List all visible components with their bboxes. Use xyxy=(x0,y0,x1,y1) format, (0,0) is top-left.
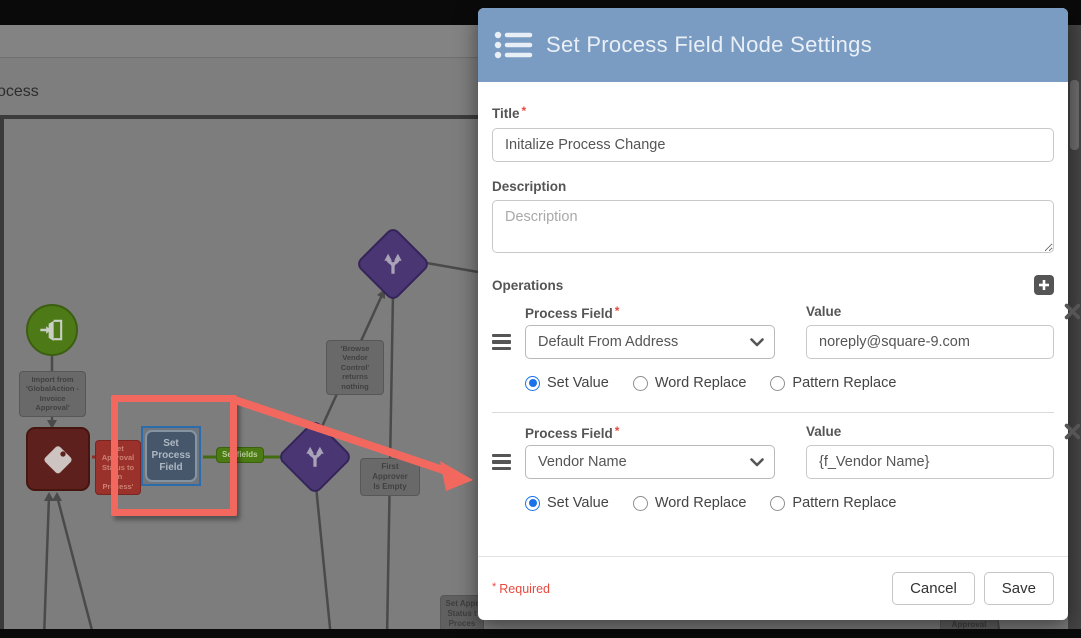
cancel-button[interactable]: Cancel xyxy=(892,572,975,605)
value-label: Value xyxy=(806,304,841,319)
dialog-header: Set Process Field Node Settings xyxy=(478,8,1068,82)
import-edge-label: Import from 'GlobalAction - Invoice Appr… xyxy=(19,371,86,417)
title-label: Title* xyxy=(492,104,1054,121)
required-note: *Required xyxy=(492,581,550,596)
set-process-field-settings-dialog: Set Process Field Node Settings Title* D… xyxy=(478,8,1068,620)
workflow-designer-page: ocess xyxy=(0,0,1081,638)
mode-pattern-replace[interactable]: Pattern Replace xyxy=(770,375,896,391)
dialog-title: Set Process Field Node Settings xyxy=(546,32,872,58)
bottom-black-bar xyxy=(0,629,1081,638)
page-title: ocess xyxy=(0,83,39,101)
process-field-label: Process Field* xyxy=(525,426,619,441)
branch-node-middle[interactable] xyxy=(288,430,342,484)
remove-operation-button[interactable] xyxy=(1064,423,1081,445)
branch-split-icon xyxy=(302,444,328,470)
required-asterisk: * xyxy=(615,304,620,318)
operation-divider xyxy=(492,412,1054,413)
dialog-footer: *Required Cancel Save xyxy=(478,556,1068,620)
mode-set-value[interactable]: Set Value xyxy=(525,495,609,511)
radio-icon[interactable] xyxy=(633,376,648,391)
close-icon xyxy=(1064,423,1081,440)
operation-row: Process Field* Value Vendor Name xyxy=(492,424,1054,511)
mode-word-replace[interactable]: Word Replace xyxy=(633,375,747,391)
value-input[interactable] xyxy=(806,325,1054,359)
description-textarea[interactable] xyxy=(492,200,1054,253)
operations-label: Operations xyxy=(492,278,563,293)
value-input[interactable] xyxy=(806,445,1054,479)
chevron-down-icon xyxy=(750,338,764,347)
chevron-down-icon xyxy=(750,458,764,467)
tag-icon xyxy=(38,439,78,479)
radio-icon[interactable] xyxy=(633,496,648,511)
description-label: Description xyxy=(492,179,1054,194)
set-approval-status-node[interactable] xyxy=(26,427,90,491)
radio-icon[interactable] xyxy=(770,376,785,391)
process-field-select[interactable]: Default From Address xyxy=(525,325,775,359)
save-button[interactable]: Save xyxy=(984,572,1054,605)
import-start-node[interactable] xyxy=(26,304,78,356)
browse-vendor-edge-label: 'Browse Vendor Control' returns nothing xyxy=(326,340,384,395)
scrollbar-track[interactable] xyxy=(1068,25,1081,629)
drag-handle-icon[interactable] xyxy=(492,454,525,471)
list-icon xyxy=(494,29,534,61)
mode-word-replace[interactable]: Word Replace xyxy=(633,495,747,511)
set-approval-edge-label: Set Approval Status to 'In Process' xyxy=(95,440,141,495)
title-input[interactable] xyxy=(492,128,1054,162)
value-label: Value xyxy=(806,424,841,439)
mode-set-value[interactable]: Set Value xyxy=(525,375,609,391)
required-asterisk: * xyxy=(522,104,527,118)
process-field-select[interactable]: Vendor Name xyxy=(525,445,775,479)
process-field-label: Process Field* xyxy=(525,306,619,321)
branch-split-icon xyxy=(380,251,406,277)
radio-icon[interactable] xyxy=(770,496,785,511)
drag-handle-icon[interactable] xyxy=(492,334,525,351)
set-fields-edge-label: Set fields xyxy=(216,447,264,463)
radio-selected-icon[interactable] xyxy=(525,496,540,511)
set-process-field-node-label: Set Process Field xyxy=(145,430,197,482)
radio-selected-icon[interactable] xyxy=(525,376,540,391)
add-operation-button[interactable] xyxy=(1034,275,1054,295)
operation-row: Process Field* Value Default From Addres… xyxy=(492,304,1054,391)
scrollbar-thumb[interactable] xyxy=(1070,80,1079,150)
mode-pattern-replace[interactable]: Pattern Replace xyxy=(770,495,896,511)
required-asterisk: * xyxy=(615,424,620,438)
canvas-left-border xyxy=(0,119,4,630)
first-approver-edge-label: First Approver Is Empty xyxy=(360,458,420,496)
import-door-icon xyxy=(37,315,67,345)
set-process-field-node-selected[interactable]: Set Process Field xyxy=(141,426,201,486)
close-icon xyxy=(1064,303,1081,320)
remove-operation-button[interactable] xyxy=(1064,303,1081,325)
plus-icon xyxy=(1038,279,1050,291)
branch-node-top[interactable] xyxy=(366,237,420,291)
